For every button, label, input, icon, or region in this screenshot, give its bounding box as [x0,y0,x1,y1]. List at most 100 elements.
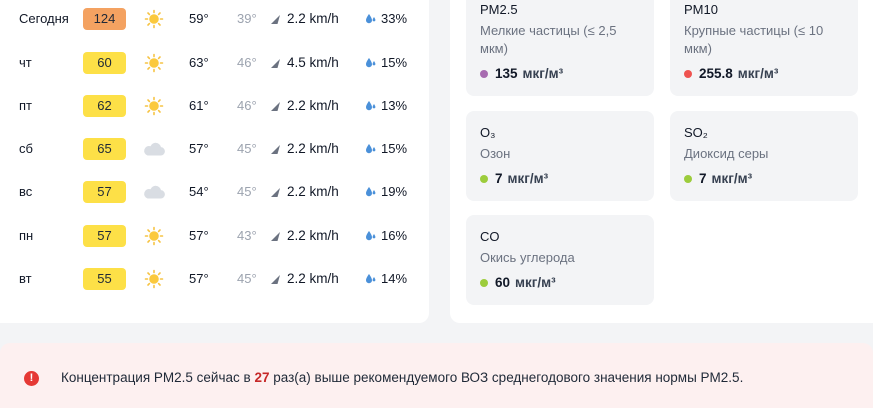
alert-text-prefix: Концентрация PM2.5 сейчас в [61,370,255,385]
pollutant-name: PM10 [684,2,718,17]
wind-speed: 2.2 km/h [287,271,339,286]
alert-icon: ! [24,371,39,386]
temp-low: 43° [237,228,257,243]
forecast-day: вт [19,271,32,286]
cloud-icon [142,134,166,164]
pollutant-name: CO [480,229,500,244]
pollutant-value: 7 [699,171,707,186]
pollutant-name: O₃ [480,125,496,140]
aqi-badge: 62 [83,95,126,117]
pollutant-unit: мкг/м³ [507,171,549,186]
temp-high: 63° [189,55,209,70]
humidity-icon [365,221,377,251]
forecast-row[interactable]: вс 57 54° 45° 2.2 km/h 19% [0,177,429,207]
alert-message: Концентрация PM2.5 сейчас в 27 раз(а) вы… [61,370,743,385]
wind-direction-icon [270,264,282,294]
pollutant-desc: Окись углерода [480,250,575,265]
pollutant-card-o3[interactable]: O₃ Озон 7 мкг/м³ [466,111,654,201]
forecast-row[interactable]: вт 55 57° 45° 2.2 km/h 14% [0,264,429,294]
sun-icon [142,264,166,294]
wind-direction-icon [270,134,282,164]
humidity-icon [365,4,377,34]
temp-low: 45° [237,271,257,286]
aqi-badge: 60 [83,52,126,74]
temp-low: 45° [237,141,257,156]
pollutant-card-pm10[interactable]: PM10 Крупные частицы (≤ 10 мкм) 255.8 мк… [670,0,858,96]
sun-icon [142,48,166,78]
sun-icon [142,4,166,34]
alert-text-suffix: раз(а) выше рекомендуемого ВОЗ среднегод… [269,370,744,385]
temp-high: 57° [189,141,209,156]
temp-low: 46° [237,98,257,113]
humidity-value: 14% [381,271,408,286]
forecast-day: Сегодня [19,11,69,26]
humidity-value: 13% [381,98,408,113]
pollutant-desc: Диоксид серы [684,146,769,161]
status-dot [480,278,488,287]
wind-direction-icon [270,4,282,34]
humidity-value: 15% [381,55,408,70]
pollution-alert-banner: ! Концентрация PM2.5 сейчас в 27 раз(а) … [0,343,873,408]
aqi-badge: 55 [83,268,126,290]
humidity-value: 15% [381,141,408,156]
wind-direction-icon [270,48,282,78]
wind-speed: 2.2 km/h [287,11,339,26]
pollutant-unit: мкг/м³ [515,275,556,290]
forecast-day: вс [19,184,33,199]
humidity-icon [365,134,377,164]
pollutant-desc-line1: Крупные частицы (≤ 10 [684,23,824,38]
pollutant-unit: мкг/м³ [522,66,564,81]
wind-speed: 2.2 km/h [287,228,339,243]
temp-low: 45° [237,184,257,199]
temp-low: 39° [237,11,257,26]
forecast-row[interactable]: пт 62 61° 46° 2.2 km/h 13% [0,91,429,121]
pollutant-desc-line2: мкм) [480,41,508,56]
humidity-icon [365,48,377,78]
pollutant-value-row: 60 мкг/м³ [480,275,556,290]
pollutant-value: 60 [495,275,511,290]
forecast-day: пн [19,228,34,243]
wind-direction-icon [270,91,282,121]
forecast-row[interactable]: чт 60 63° 46° 4.5 km/h 15% [0,48,429,78]
pollutant-card-pm25[interactable]: PM2.5 Мелкие частицы (≤ 2,5 мкм) 135 мкг… [466,0,654,96]
pollutant-value: 255.8 [699,66,733,81]
pollutant-desc-line2: мкм) [684,41,712,56]
forecast-row[interactable]: сб 65 57° 45° 2.2 km/h 15% [0,134,429,164]
pollutant-name: SO₂ [684,125,708,140]
forecast-day: сб [19,141,33,156]
aqi-badge: 57 [83,181,126,203]
aqi-badge: 124 [83,8,126,30]
temp-high: 57° [189,271,209,286]
aqi-badge: 65 [83,138,126,160]
pollutant-card-so2[interactable]: SO₂ Диоксид серы 7 мкг/м³ [670,111,858,201]
pollutant-name: PM2.5 [480,2,518,17]
humidity-icon [365,264,377,294]
temp-high: 57° [189,228,209,243]
status-dot [684,174,692,183]
pollutant-card-co[interactable]: CO Окись углерода 60 мкг/м³ [466,215,654,305]
pollutant-unit: мкг/м³ [711,171,753,186]
wind-speed: 4.5 km/h [287,55,339,70]
sun-icon [142,91,166,121]
status-dot [684,69,692,78]
wind-speed: 2.2 km/h [287,141,339,156]
wind-direction-icon [270,221,282,251]
sun-icon [142,221,166,251]
pollutant-value-row: 255.8 мкг/м³ [684,66,778,81]
forecast-card: Сегодня 124 59° 39° 2.2 km/h 33% чт 60 63° 46° 4.5… [0,0,429,323]
forecast-day: пт [19,98,32,113]
temp-high: 54° [189,184,209,199]
status-dot [480,174,488,183]
pollutant-value: 135 [495,66,518,81]
pollutant-desc-line1: Мелкие частицы (≤ 2,5 [480,23,617,38]
temp-low: 46° [237,55,257,70]
wind-speed: 2.2 km/h [287,98,339,113]
humidity-value: 33% [381,11,408,26]
humidity-value: 19% [381,184,408,199]
status-dot [480,69,488,78]
forecast-row[interactable]: пн 57 57° 43° 2.2 km/h 16% [0,221,429,251]
forecast-row[interactable]: Сегодня 124 59° 39° 2.2 km/h 33% [0,4,429,34]
humidity-value: 16% [381,228,408,243]
temp-high: 61° [189,98,209,113]
wind-speed: 2.2 km/h [287,184,339,199]
